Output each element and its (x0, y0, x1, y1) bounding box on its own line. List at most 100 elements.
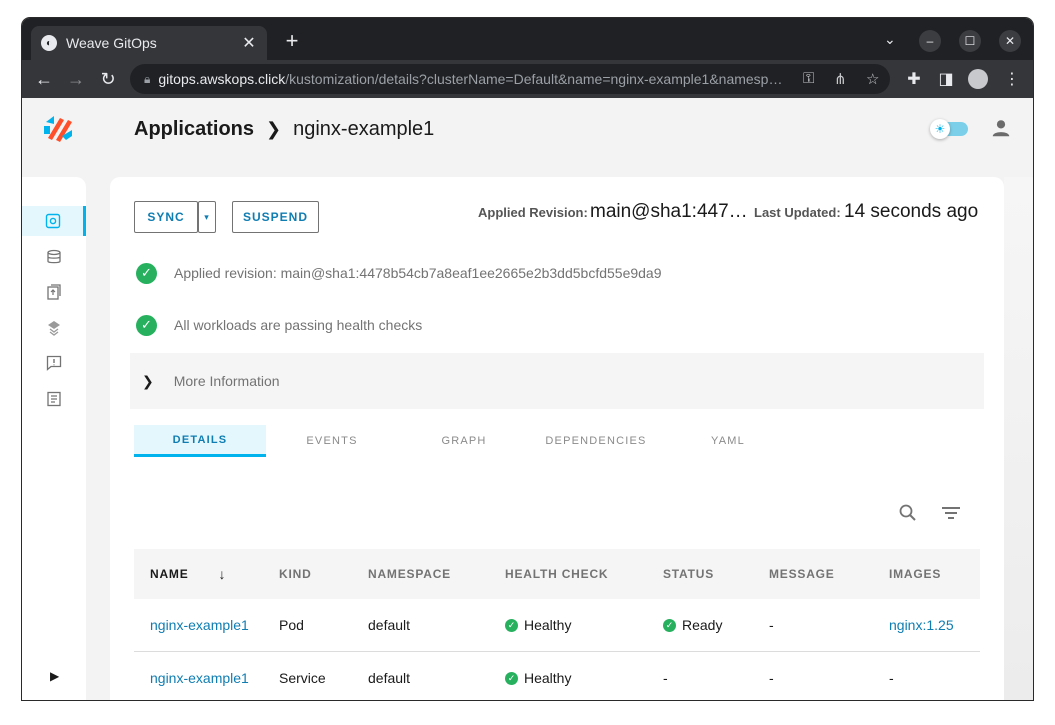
workload-namespace: default (368, 670, 411, 686)
workloads-table: NAME ↓ KIND NAMESPACE HEALTH CHECK STATUS… (134, 549, 980, 700)
weave-gitops-logo-icon[interactable] (42, 112, 74, 144)
window-close-icon[interactable]: ✕ (999, 30, 1021, 52)
more-information-label: More Information (173, 373, 280, 389)
bookmark-star-icon[interactable]: ☆ (866, 70, 879, 88)
nav-docs[interactable] (22, 384, 86, 414)
browser-tab[interactable]: ◐ Weave GitOps ✕ (31, 26, 267, 60)
condition-text: All workloads are passing health checks (174, 317, 423, 333)
table-row: nginx-example1 Pod default ✓ Healthy ✓ Rea… (134, 599, 980, 652)
condition-text: Applied revision: main@sha1:4478b54cb7a8… (174, 265, 662, 281)
workload-status: ✓ Ready (647, 617, 753, 633)
nav-sources[interactable] (22, 242, 86, 272)
workload-message: - (769, 670, 774, 686)
column-header-name[interactable]: NAME ↓ (134, 566, 263, 582)
nav-flux-runtime[interactable] (22, 313, 86, 343)
dark-mode-toggle[interactable]: ☀ (930, 119, 968, 139)
weave-favicon-icon: ◐ (41, 35, 57, 51)
condition-health-checks: ✓ All workloads are passing health check… (136, 314, 422, 336)
key-icon[interactable]: ⚿ (803, 70, 814, 87)
more-information-accordion[interactable]: ❯ More Information (130, 353, 984, 409)
image-automation-icon (47, 284, 61, 300)
sync-button[interactable]: SYNC (134, 201, 198, 233)
tab-dependencies[interactable]: DEPENDENCIES (530, 425, 662, 457)
check-circle-icon: ✓ (505, 618, 518, 632)
table-row: nginx-example1 Service default ✓ Healthy … (134, 652, 980, 700)
tab-close-icon[interactable]: ✕ (241, 33, 257, 53)
table-header: NAME ↓ KIND NAMESPACE HEALTH CHECK STATUS… (134, 549, 980, 599)
maximize-icon[interactable]: ☐ (959, 30, 981, 52)
document-icon (47, 391, 61, 407)
workload-health: ✓ Healthy (489, 670, 647, 686)
search-icon[interactable] (898, 503, 918, 523)
check-circle-icon: ✓ (136, 262, 157, 284)
column-header-message[interactable]: MESSAGE (753, 567, 873, 581)
column-header-images[interactable]: IMAGES (873, 567, 980, 581)
url-host: gitops.awskops.click (158, 71, 286, 87)
side-navigation: ▶ (22, 177, 86, 700)
column-header-kind[interactable]: KIND (263, 567, 352, 581)
forward-icon[interactable]: → (66, 69, 86, 89)
applied-revision-label: Applied Revision: (478, 205, 588, 220)
workload-status: - (663, 670, 668, 686)
extensions-icon[interactable]: ✚ (904, 69, 924, 89)
browser-window: ◐ Weave GitOps ✕ + ⌄ – ☐ ✕ ← → ↻ 🔒︎ gito… (22, 18, 1033, 700)
applied-revision-value: main@sha1:447… (590, 201, 748, 222)
minimize-icon[interactable]: – (919, 30, 941, 52)
condition-applied-revision: ✓ Applied revision: main@sha1:4478b54cb7… (136, 262, 662, 284)
sync-options-dropdown-icon[interactable]: ▾ (198, 201, 216, 233)
tab-title: Weave GitOps (66, 35, 157, 51)
tab-strip: ◐ Weave GitOps ✕ + ⌄ – ☐ ✕ (22, 18, 1033, 60)
tab-details[interactable]: DETAILS (134, 425, 266, 457)
tab-events[interactable]: EVENTS (266, 425, 398, 457)
workload-name-link[interactable]: nginx-example1 (134, 617, 263, 633)
reload-icon[interactable]: ↻ (98, 69, 118, 89)
check-circle-icon: ✓ (136, 314, 157, 336)
sun-icon: ☀ (930, 119, 950, 139)
last-updated-label: Last Updated: (754, 205, 841, 220)
lock-icon: 🔒︎ (144, 71, 151, 86)
check-circle-icon: ✓ (663, 618, 676, 632)
sort-arrow-down-icon[interactable]: ↓ (219, 566, 227, 582)
workload-health: ✓ Healthy (489, 617, 647, 633)
back-icon[interactable]: ← (34, 69, 54, 89)
column-header-namespace[interactable]: NAMESPACE (352, 567, 489, 581)
flux-icon (48, 321, 60, 336)
filter-icon[interactable] (940, 503, 962, 523)
url-path: /kustomization/details?clusterName=Defau… (285, 71, 783, 87)
main-content: SYNC ▾ SUSPEND Applied Revision: main@sh… (110, 177, 1004, 700)
toolbar: ← → ↻ 🔒︎ gitops.awskops.click/kustomizat… (22, 60, 1033, 98)
side-panel-icon[interactable]: ◨ (936, 69, 956, 89)
column-header-health-check[interactable]: HEALTH CHECK (489, 567, 647, 581)
last-updated-value: 14 seconds ago (844, 201, 979, 222)
background-decoration (1004, 177, 1033, 700)
check-circle-icon: ✓ (505, 671, 518, 685)
nav-image-automation[interactable] (22, 277, 86, 307)
workload-kind: Pod (279, 617, 304, 633)
expand-nav-icon[interactable]: ▶ (50, 669, 59, 683)
suspend-button[interactable]: SUSPEND (232, 201, 319, 233)
tab-yaml[interactable]: YAML (662, 425, 794, 457)
nav-applications[interactable] (22, 206, 86, 236)
applications-gear-icon (45, 213, 60, 229)
user-account-icon[interactable] (990, 117, 1012, 139)
tab-graph[interactable]: GRAPH (398, 425, 530, 457)
tab-search-chevron-icon[interactable]: ⌄ (884, 31, 896, 48)
weave-gitops-app: Applications ❯ nginx-example1 ☀ ▶ SYNC ▾… (22, 98, 1033, 700)
browser-menu-icon[interactable]: ⋮ (1002, 69, 1022, 89)
workload-message: - (769, 617, 774, 633)
chevron-right-icon: ❯ (142, 372, 154, 389)
nav-notifications[interactable] (22, 348, 86, 378)
share-icon[interactable]: ⋔ (834, 70, 847, 88)
workload-kind: Service (279, 670, 326, 686)
detail-tabs: DETAILS EVENTS GRAPH DEPENDENCIES YAML (134, 425, 794, 457)
workload-namespace: default (368, 617, 411, 633)
new-tab-button[interactable]: + (282, 30, 302, 52)
profile-avatar-icon[interactable] (968, 69, 988, 89)
breadcrumb-applications-link[interactable]: Applications (134, 118, 254, 141)
database-icon (47, 249, 61, 264)
breadcrumb: Applications ❯ nginx-example1 (134, 118, 434, 141)
workload-name-link[interactable]: nginx-example1 (134, 670, 263, 686)
workload-image-link[interactable]: nginx:1.25 (873, 617, 980, 633)
column-header-status[interactable]: STATUS (647, 567, 753, 581)
address-bar[interactable]: 🔒︎ gitops.awskops.click/kustomization/de… (130, 64, 890, 94)
